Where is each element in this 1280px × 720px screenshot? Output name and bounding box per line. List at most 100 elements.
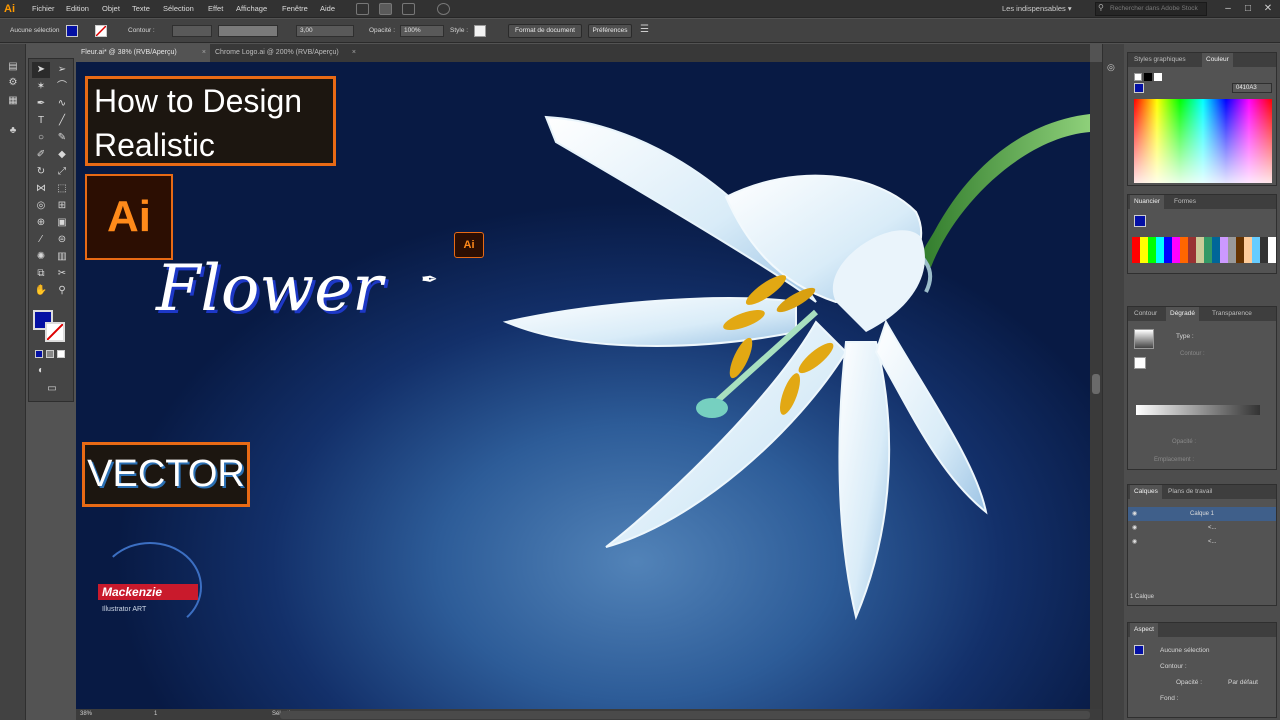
tab-swatches[interactable]: Nuancier bbox=[1130, 195, 1165, 209]
gradient-slider[interactable] bbox=[1136, 405, 1260, 415]
direct-selection-tool-icon[interactable]: ➢ bbox=[53, 62, 71, 78]
visibility-eye-icon[interactable]: ◉ bbox=[1132, 507, 1137, 521]
appearance-stroke-label[interactable]: Contour : bbox=[1160, 663, 1187, 670]
zoom-tool-icon[interactable]: ⚲ bbox=[53, 283, 71, 299]
menu-effect[interactable]: Effet bbox=[208, 0, 223, 18]
swatch-grid[interactable] bbox=[1132, 237, 1276, 263]
tab-chrome-logo[interactable]: Chrome Logo.ai @ 200% (RVB/Aperçu) × bbox=[210, 44, 360, 62]
arrange-documents-icon[interactable] bbox=[402, 3, 415, 15]
gradient-preview[interactable] bbox=[1134, 329, 1154, 349]
magic-wand-tool-icon[interactable]: ✶ bbox=[32, 79, 50, 95]
stroke-swatch[interactable] bbox=[95, 25, 107, 37]
perspective-grid-tool-icon[interactable]: ⊞ bbox=[53, 198, 71, 214]
tab-close-icon[interactable]: × bbox=[202, 44, 206, 62]
symbols-icon[interactable]: ♣ bbox=[5, 124, 21, 138]
graphic-styles-icon[interactable]: ◎ bbox=[1107, 62, 1121, 74]
variable-width-field[interactable] bbox=[218, 25, 278, 37]
gpu-performance-icon[interactable] bbox=[437, 3, 450, 15]
menu-object[interactable]: Objet bbox=[102, 0, 120, 18]
lasso-tool-icon[interactable]: ⌒ bbox=[53, 79, 71, 95]
eraser-tool-icon[interactable]: ◆ bbox=[53, 147, 71, 163]
appearance-fill-label[interactable]: Fond : bbox=[1160, 695, 1178, 702]
shape-builder-tool-icon[interactable]: ◎ bbox=[32, 198, 50, 214]
tab-shapes[interactable]: Formes bbox=[1170, 195, 1200, 209]
color-spectrum[interactable] bbox=[1134, 99, 1272, 183]
current-color-swatch[interactable] bbox=[1134, 83, 1144, 93]
document-setup-button[interactable]: Format de document bbox=[508, 24, 582, 38]
tab-close-icon[interactable]: × bbox=[352, 44, 356, 62]
tab-artboards[interactable]: Plans de travail bbox=[1164, 485, 1216, 499]
tab-appearance[interactable]: Aspect bbox=[1130, 623, 1158, 637]
curvature-tool-icon[interactable]: ∿ bbox=[53, 96, 71, 112]
horizontal-scrollbar[interactable] bbox=[280, 711, 1090, 719]
free-transform-tool-icon[interactable]: ⬚ bbox=[53, 181, 71, 197]
menu-help[interactable]: Aide bbox=[320, 0, 335, 18]
shaper-tool-icon[interactable]: ✐ bbox=[32, 147, 50, 163]
menu-file[interactable]: Fichier bbox=[32, 0, 55, 18]
blend-tool-icon[interactable]: ⊜ bbox=[53, 232, 71, 248]
bridge-icon[interactable] bbox=[356, 3, 369, 15]
scale-tool-icon[interactable]: ⤢ bbox=[53, 164, 71, 180]
sublayer-row[interactable]: ◉ <... bbox=[1128, 521, 1276, 535]
artboard-canvas[interactable]: How to Design Realistic Ai Flower Ai ✒ V… bbox=[76, 62, 1090, 709]
vertical-scroll-thumb[interactable] bbox=[1092, 374, 1100, 394]
artboards-icon[interactable]: ▦ bbox=[5, 94, 21, 108]
selection-tool-icon[interactable]: ➤ bbox=[32, 62, 50, 78]
layer-row[interactable]: ◉ Calque 1 bbox=[1128, 507, 1276, 521]
gradient-fill-icon[interactable] bbox=[1134, 357, 1146, 369]
close-icon[interactable]: ✕ bbox=[1260, 1, 1276, 17]
stock-search-input[interactable]: Rechercher dans Adobe Stock bbox=[1095, 2, 1207, 16]
column-graph-tool-icon[interactable]: ▥ bbox=[53, 249, 71, 265]
width-tool-icon[interactable]: ⋈ bbox=[32, 181, 50, 197]
sublayer-row[interactable]: ◉ <... bbox=[1128, 535, 1276, 549]
none-swatch[interactable] bbox=[1134, 73, 1142, 81]
tab-layers[interactable]: Calques bbox=[1130, 485, 1162, 499]
none-mode-icon[interactable] bbox=[57, 350, 65, 358]
appearance-opacity-label[interactable]: Opacité : bbox=[1176, 679, 1202, 686]
fill-swatch[interactable] bbox=[66, 25, 78, 37]
rotate-tool-icon[interactable]: ↻ bbox=[32, 164, 50, 180]
tab-transparency[interactable]: Transparence bbox=[1208, 307, 1256, 321]
ellipse-tool-icon[interactable]: ○ bbox=[32, 130, 50, 146]
mesh-tool-icon[interactable]: ⊕ bbox=[32, 215, 50, 231]
zoom-level[interactable]: 38% bbox=[80, 709, 92, 720]
properties-icon[interactable]: ⚙ bbox=[5, 76, 21, 90]
tab-color[interactable]: Couleur bbox=[1202, 53, 1233, 67]
gradient-tool-icon[interactable]: ▣ bbox=[53, 215, 71, 231]
tab-fleur[interactable]: Fleur.ai* @ 38% (RVB/Aperçu) × bbox=[76, 44, 210, 62]
preferences-button[interactable]: Préférences bbox=[588, 24, 632, 38]
tab-stroke[interactable]: Contour bbox=[1130, 307, 1161, 321]
stroke-weight-field[interactable] bbox=[172, 25, 212, 37]
stroke-color-icon[interactable] bbox=[45, 322, 65, 342]
sublayer-name[interactable]: <... bbox=[1208, 535, 1217, 549]
screen-mode-icon[interactable]: ▭ bbox=[43, 381, 61, 397]
page-number[interactable]: 1 bbox=[154, 709, 157, 720]
libraries-icon[interactable]: ▤ bbox=[5, 60, 21, 74]
menu-text[interactable]: Texte bbox=[132, 0, 150, 18]
menu-selection[interactable]: Sélection bbox=[163, 0, 194, 18]
minimize-icon[interactable]: – bbox=[1220, 1, 1236, 17]
maximize-icon[interactable]: □ bbox=[1240, 1, 1256, 17]
layer-name[interactable]: Calque 1 bbox=[1190, 507, 1214, 521]
pen-tool-icon[interactable]: ✒ bbox=[32, 96, 50, 112]
gradient-mode-icon[interactable] bbox=[46, 350, 54, 358]
opacity-field[interactable]: 100% bbox=[400, 25, 444, 37]
eyedropper-tool-icon[interactable]: ⁄ bbox=[32, 232, 50, 248]
paintbrush-tool-icon[interactable]: ✎ bbox=[53, 130, 71, 146]
menu-edit[interactable]: Edition bbox=[66, 0, 89, 18]
hand-tool-icon[interactable]: ✋ bbox=[32, 283, 50, 299]
menu-window[interactable]: Fenêtre bbox=[282, 0, 308, 18]
draw-mode-icon[interactable]: ◐ bbox=[32, 363, 50, 379]
style-swatch[interactable] bbox=[474, 25, 486, 37]
line-tool-icon[interactable]: ╱ bbox=[53, 113, 71, 129]
visibility-eye-icon[interactable]: ◉ bbox=[1132, 535, 1137, 549]
tab-graphic-styles[interactable]: Styles graphiques bbox=[1130, 53, 1190, 67]
type-tool-icon[interactable]: T bbox=[32, 113, 50, 129]
brush-size-field[interactable]: 3,00 bbox=[296, 25, 354, 37]
tab-gradient[interactable]: Dégradé bbox=[1166, 307, 1199, 321]
artboard-tool-icon[interactable]: ⧉ bbox=[32, 266, 50, 282]
swatch-fill-icon[interactable] bbox=[1134, 215, 1146, 227]
black-swatch[interactable] bbox=[1144, 73, 1152, 81]
hex-field[interactable]: 0410A3 bbox=[1232, 83, 1272, 93]
visibility-eye-icon[interactable]: ◉ bbox=[1132, 521, 1137, 535]
